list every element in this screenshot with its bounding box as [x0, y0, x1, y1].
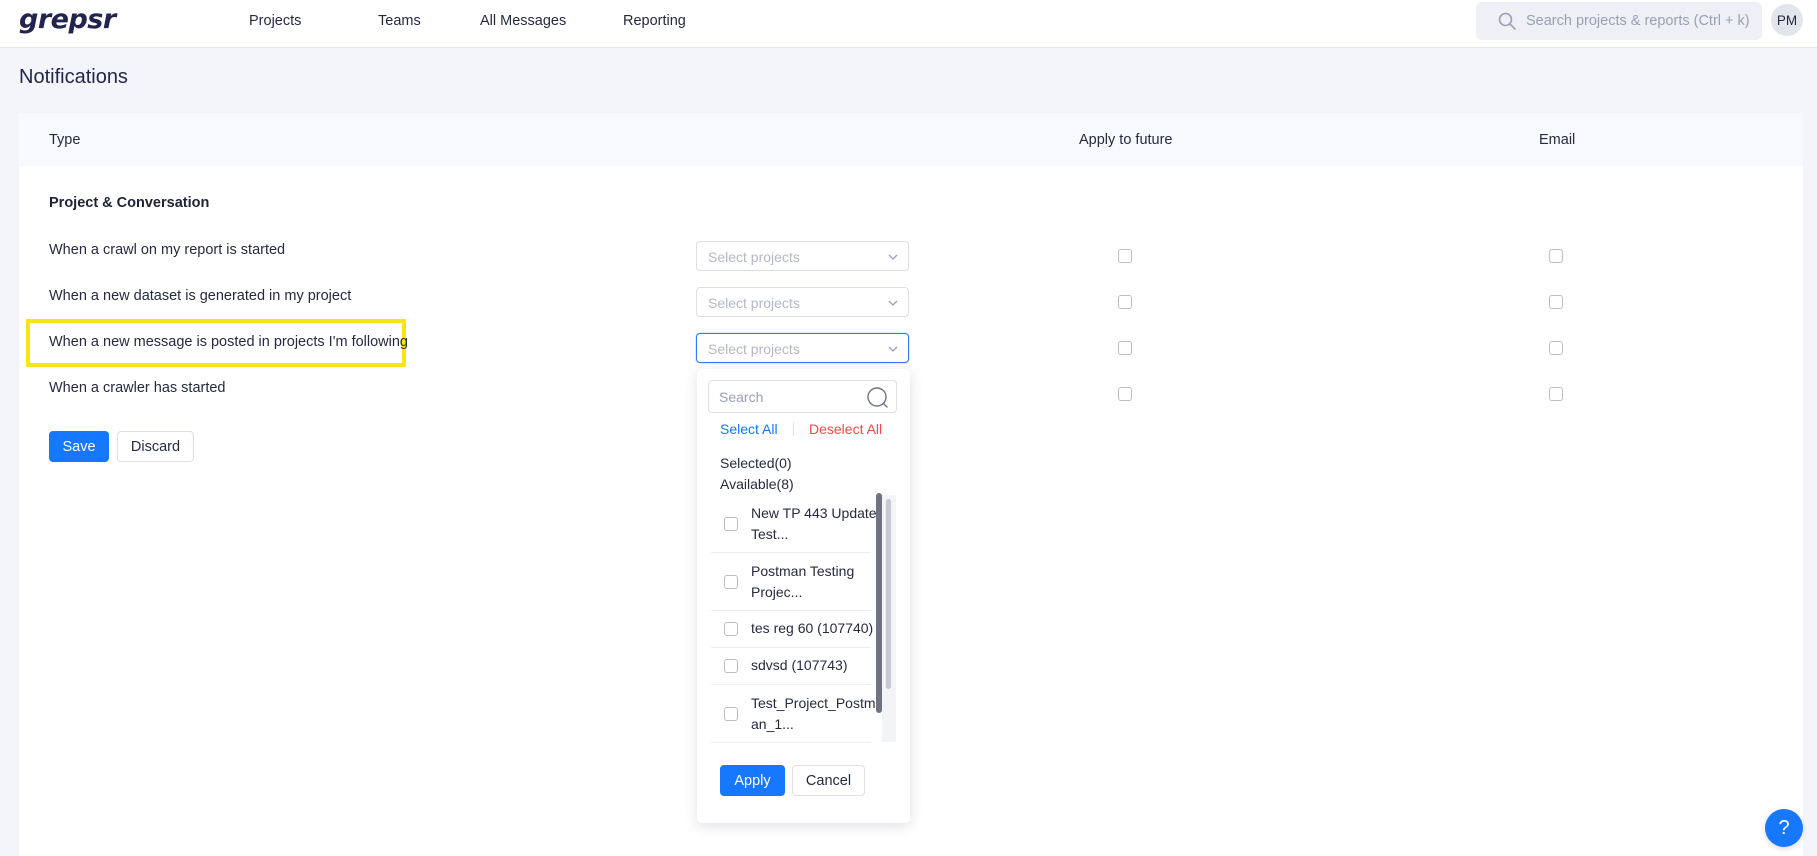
user-avatar[interactable]: PM [1771, 4, 1803, 36]
option-label: Test_Project_Postman_1... [751, 695, 876, 732]
divider [793, 422, 794, 436]
option-checkbox[interactable] [724, 707, 738, 721]
page-title: Notifications [19, 66, 128, 88]
save-button[interactable]: Save [49, 431, 109, 462]
project-select-dropdown[interactable]: Select projects [696, 287, 909, 317]
select-placeholder: Select projects [708, 341, 800, 357]
deselect-all-link[interactable]: Deselect All [809, 421, 882, 437]
option-label: tes reg 60 (107740) [751, 620, 874, 636]
email-checkbox[interactable] [1549, 341, 1563, 355]
email-checkbox[interactable] [1549, 295, 1563, 309]
project-option[interactable]: sdvsd (107743) [711, 648, 871, 685]
apply-to-future-checkbox[interactable] [1118, 295, 1132, 309]
notifications-card: Type Apply to future Email Project & Con… [19, 113, 1803, 856]
search-placeholder: Search [719, 389, 764, 405]
top-navigation-bar: grepsr Projects Teams All Messages Repor… [0, 0, 1817, 48]
option-checkbox[interactable] [724, 659, 738, 673]
option-label: New TP 443 Update Test... [751, 505, 877, 542]
search-icon [1498, 12, 1516, 30]
chevron-down-icon [888, 300, 898, 306]
chevron-down-icon [888, 254, 898, 260]
project-option[interactable]: Postman Testing Projec... [711, 553, 871, 611]
discard-button[interactable]: Discard [117, 431, 194, 462]
notification-row-label: When a crawl on my report is started [49, 242, 286, 258]
nav-item-reporting[interactable]: Reporting [623, 13, 686, 29]
notification-row-label: When a new message is posted in projects… [49, 334, 408, 350]
available-count: Available(8) [720, 476, 794, 492]
nav-item-all-messages[interactable]: All Messages [480, 13, 566, 29]
email-checkbox[interactable] [1549, 387, 1563, 401]
search-icon [867, 387, 888, 408]
selected-count: Selected(0) [720, 455, 792, 471]
help-button[interactable]: ? [1765, 809, 1803, 847]
option-checkbox[interactable] [724, 575, 738, 589]
table-header: Type Apply to future Email [19, 113, 1803, 166]
search-placeholder: Search projects & reports (Ctrl + k) [1526, 13, 1750, 29]
select-placeholder: Select projects [708, 249, 800, 265]
select-all-link[interactable]: Select All [720, 421, 778, 437]
nav-item-projects[interactable]: Projects [249, 13, 301, 29]
cancel-button[interactable]: Cancel [792, 765, 865, 796]
apply-button[interactable]: Apply [720, 765, 785, 796]
notification-row-label: When a new dataset is generated in my pr… [49, 288, 352, 304]
scrollbar-thumb[interactable] [886, 499, 891, 689]
project-select-dropdown[interactable]: Select projects [696, 241, 909, 271]
global-search-input[interactable]: Search projects & reports (Ctrl + k) [1476, 2, 1762, 40]
column-header-email: Email [1539, 132, 1576, 148]
grepsr-logo[interactable]: grepsr [19, 4, 116, 35]
project-search-input[interactable]: Search [708, 380, 897, 413]
chevron-down-icon [888, 346, 898, 352]
section-title: Project & Conversation [49, 195, 210, 211]
apply-to-future-checkbox[interactable] [1118, 341, 1132, 355]
project-select-dropdown-active[interactable]: Select projects [696, 333, 909, 363]
project-option[interactable]: tes reg 60 (107740) [711, 611, 873, 648]
option-label: Postman Testing Projec... [751, 563, 855, 600]
apply-to-future-checkbox[interactable] [1118, 387, 1132, 401]
select-placeholder: Select projects [708, 295, 800, 311]
column-header-type: Type [49, 132, 81, 148]
option-label: sdvsd (107743) [751, 657, 848, 673]
option-checkbox[interactable] [724, 517, 738, 531]
column-header-apply-to-future: Apply to future [1079, 132, 1173, 148]
nav-item-teams[interactable]: Teams [378, 13, 421, 29]
project-option[interactable]: Test_Project_Postman_1... [711, 685, 876, 743]
project-select-popup: Search Select All Deselect All Selected(… [697, 369, 910, 823]
option-checkbox[interactable] [724, 622, 738, 636]
apply-to-future-checkbox[interactable] [1118, 249, 1132, 263]
project-option[interactable]: New TP 443 Update Test... [711, 495, 877, 553]
notification-row-label: When a crawler has started [49, 380, 226, 396]
email-checkbox[interactable] [1549, 249, 1563, 263]
